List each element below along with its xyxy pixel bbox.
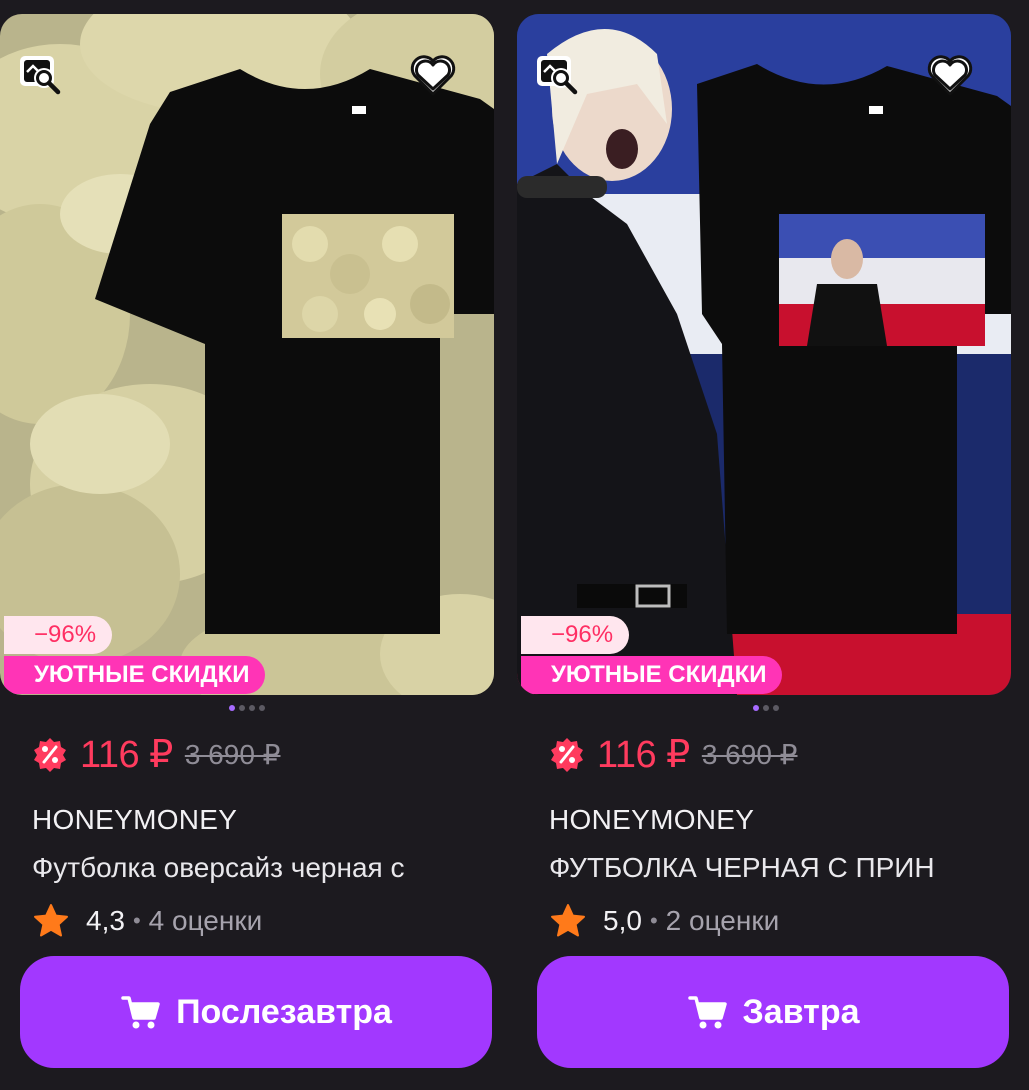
image-search-icon bbox=[537, 56, 578, 95]
product-card[interactable]: −96% УЮТНЫЕ СКИДКИ 116 ₽ 3 690 ₽ HONEYMO… bbox=[517, 14, 1011, 1084]
gallery-dot bbox=[763, 705, 769, 711]
old-price: 3 690 ₽ bbox=[184, 738, 281, 770]
old-price: 3 690 ₽ bbox=[701, 738, 798, 770]
separator-dot: • bbox=[132, 908, 141, 933]
promo-label: УЮТНЫЕ СКИДКИ bbox=[521, 656, 783, 694]
product-image[interactable]: −96% УЮТНЫЕ СКИДКИ bbox=[0, 14, 494, 695]
favorite-button[interactable] bbox=[406, 48, 460, 102]
current-price: 116 ₽ bbox=[80, 733, 173, 776]
product-photo bbox=[0, 14, 494, 695]
add-to-cart-button[interactable]: Послезавтра bbox=[20, 956, 492, 1068]
price-row: 116 ₽ 3 690 ₽ bbox=[32, 732, 281, 776]
rating-value: 5,0 bbox=[603, 905, 642, 936]
brand-name: HONEYMONEY bbox=[549, 804, 755, 835]
promo-label: УЮТНЫЕ СКИДКИ bbox=[4, 656, 266, 694]
rating-value: 4,3 bbox=[86, 905, 125, 936]
image-search-button[interactable] bbox=[14, 48, 68, 102]
product-title[interactable]: ФУТБОЛКА ЧЕРНАЯ С ПРИН bbox=[549, 852, 993, 884]
gallery-dots bbox=[753, 705, 779, 713]
percent-badge-icon bbox=[34, 738, 66, 772]
gallery-dot bbox=[773, 705, 779, 711]
price-row: 116 ₽ 3 690 ₽ bbox=[549, 732, 798, 776]
product-grid: −96% УЮТНЫЕ СКИДКИ 116 ₽ 3 690 ₽ HONEYMO… bbox=[0, 0, 1029, 1090]
star-icon bbox=[34, 904, 68, 937]
separator-dot: • bbox=[649, 908, 658, 933]
favorite-button[interactable] bbox=[923, 48, 977, 102]
gallery-dot bbox=[239, 705, 245, 711]
image-search-icon bbox=[20, 56, 61, 95]
star-icon bbox=[551, 904, 585, 937]
heart-icon bbox=[410, 55, 456, 96]
rating-row: 4,3 • 4 оценки bbox=[32, 900, 262, 942]
delivery-label: Послезавтра bbox=[176, 992, 392, 1031]
product-title[interactable]: Футболка оверсайз черная с bbox=[32, 852, 476, 884]
cart-icon bbox=[121, 996, 160, 1029]
cart-icon bbox=[687, 996, 727, 1029]
gallery-dot bbox=[249, 705, 255, 711]
image-search-button[interactable] bbox=[531, 48, 585, 102]
reviews-count[interactable]: 4 оценки bbox=[149, 905, 263, 937]
delivery-label: Завтра bbox=[742, 992, 860, 1031]
gallery-dots bbox=[229, 705, 265, 713]
gallery-dot bbox=[229, 705, 235, 711]
brand-name: HONEYMONEY bbox=[32, 804, 238, 835]
rating-row: 5,0 • 2 оценки bbox=[549, 900, 779, 942]
percent-badge-icon bbox=[551, 738, 583, 772]
reviews-count[interactable]: 2 оценки bbox=[666, 905, 780, 937]
gallery-dot bbox=[753, 705, 759, 711]
discount-badge: −96% bbox=[4, 616, 113, 654]
discount-badge: −96% bbox=[521, 616, 630, 654]
heart-icon bbox=[927, 55, 973, 96]
gallery-dot bbox=[259, 705, 265, 711]
product-photo bbox=[517, 14, 1011, 695]
current-price: 116 ₽ bbox=[597, 733, 690, 776]
product-card[interactable]: −96% УЮТНЫЕ СКИДКИ 116 ₽ 3 690 ₽ HONEYMO… bbox=[0, 14, 494, 1084]
add-to-cart-button[interactable]: Завтра bbox=[537, 956, 1009, 1068]
product-image[interactable]: −96% УЮТНЫЕ СКИДКИ bbox=[517, 14, 1011, 695]
